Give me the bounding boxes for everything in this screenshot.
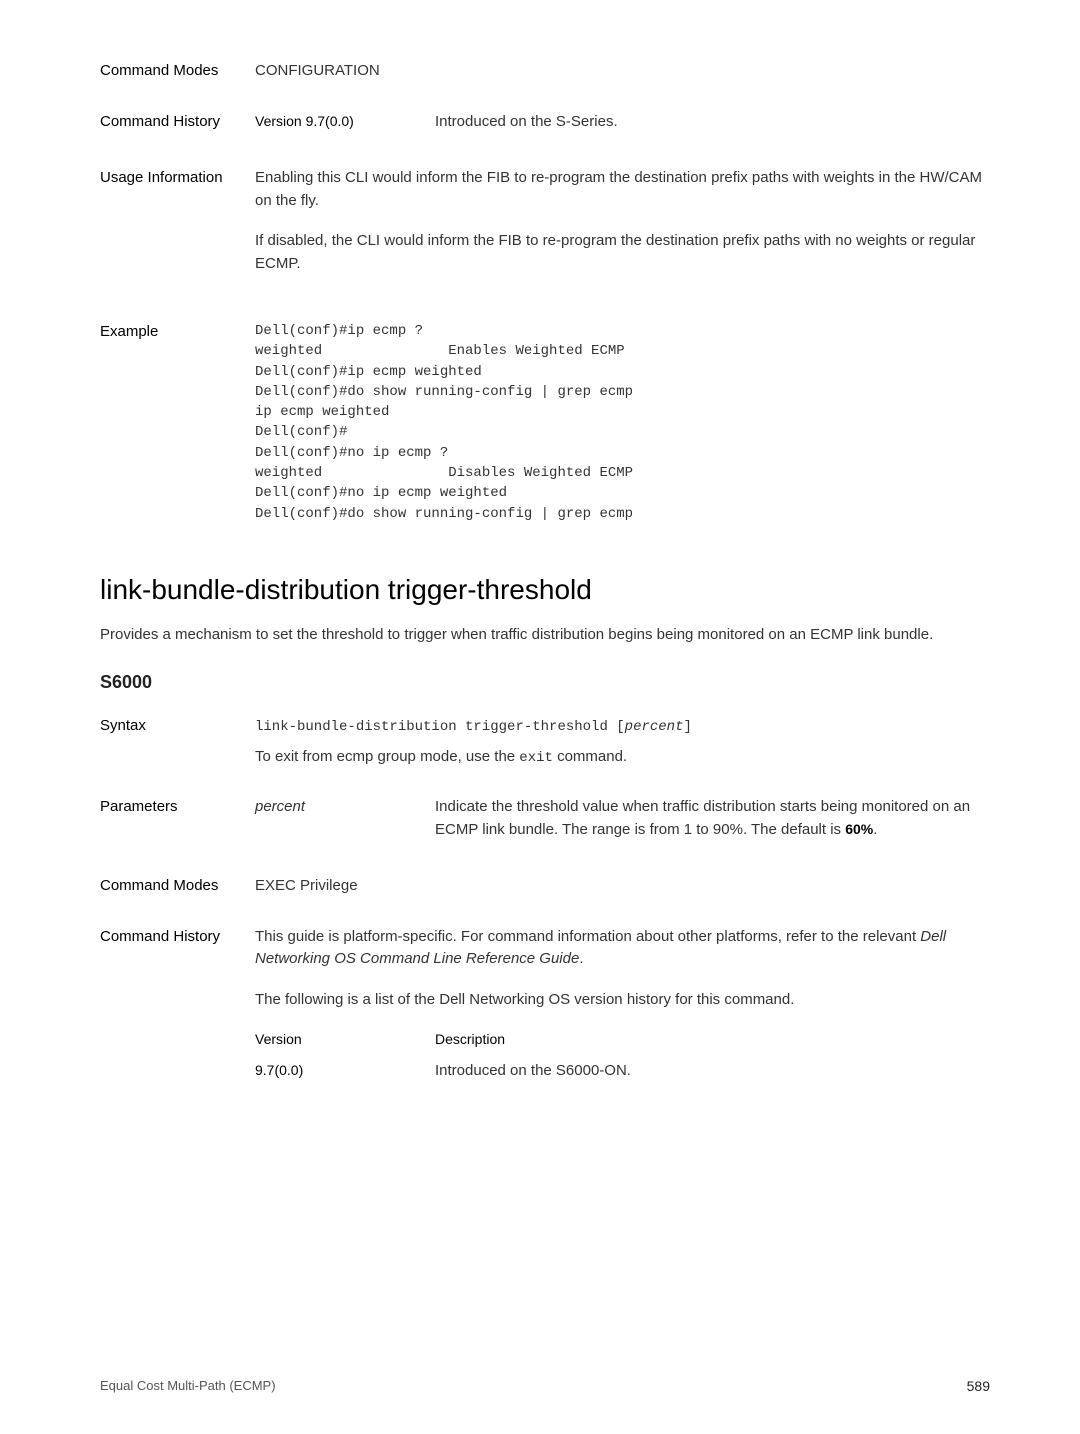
table-header-version: Version bbox=[255, 1029, 405, 1050]
history-para-2: The following is a list of the Dell Netw… bbox=[255, 989, 990, 1012]
command-modes-section-2: Command Modes EXEC Privilege bbox=[100, 875, 990, 898]
command-modes-content: CONFIGURATION bbox=[255, 60, 990, 83]
model-label: S6000 bbox=[100, 672, 990, 693]
command-history-label: Command History bbox=[100, 111, 255, 140]
page-footer: Equal Cost Multi-Path (ECMP) 589 bbox=[100, 1378, 990, 1394]
footer-text: Equal Cost Multi-Path (ECMP) bbox=[100, 1378, 276, 1394]
command-modes-label-2: Command Modes bbox=[100, 875, 255, 898]
syntax-code-param: percent bbox=[625, 719, 684, 735]
example-code: Dell(conf)#ip ecmp ? weighted Enables We… bbox=[255, 321, 990, 524]
syntax-code-suffix: ] bbox=[683, 719, 691, 735]
usage-information-label: Usage Information bbox=[100, 167, 255, 293]
history-para-1: This guide is platform-specific. For com… bbox=[255, 926, 990, 971]
usage-para-2: If disabled, the CLI would inform the FI… bbox=[255, 230, 990, 275]
command-history-section: Command History Version 9.7(0.0) Introdu… bbox=[100, 111, 990, 140]
command-history-section-2: Command History This guide is platform-s… bbox=[100, 926, 990, 1089]
table-cell-description: Introduced on the S6000-ON. bbox=[435, 1060, 990, 1083]
parameters-label: Parameters bbox=[100, 796, 255, 847]
parameter-name: percent bbox=[255, 796, 405, 819]
command-modes-section: Command Modes CONFIGURATION bbox=[100, 60, 990, 83]
syntax-note-suffix: command. bbox=[553, 748, 627, 765]
usage-para-1: Enabling this CLI would inform the FIB t… bbox=[255, 167, 990, 212]
command-modes-label: Command Modes bbox=[100, 60, 255, 83]
syntax-note-prefix: To exit from ecmp group mode, use the bbox=[255, 748, 519, 765]
example-label: Example bbox=[100, 321, 255, 524]
table-cell-version: 9.7(0.0) bbox=[255, 1060, 405, 1081]
version-label: Version 9.7(0.0) bbox=[255, 111, 405, 132]
parameter-description: Indicate the threshold value when traffi… bbox=[435, 796, 990, 841]
section-intro: Provides a mechanism to set the threshol… bbox=[100, 624, 990, 647]
syntax-label: Syntax bbox=[100, 715, 255, 768]
table-header-description: Description bbox=[435, 1029, 990, 1050]
usage-information-section: Usage Information Enabling this CLI woul… bbox=[100, 167, 990, 293]
example-section: Example Dell(conf)#ip ecmp ? weighted En… bbox=[100, 321, 990, 524]
syntax-note-code: exit bbox=[519, 750, 553, 766]
syntax-section: Syntax link-bundle-distribution trigger-… bbox=[100, 715, 990, 768]
section-heading: link-bundle-distribution trigger-thresho… bbox=[100, 574, 990, 606]
version-description: Introduced on the S-Series. bbox=[435, 111, 990, 134]
syntax-code-prefix: link-bundle-distribution trigger-thresho… bbox=[255, 719, 625, 735]
command-history-label-2: Command History bbox=[100, 926, 255, 1089]
footer-page-number: 589 bbox=[967, 1378, 990, 1394]
parameters-section: Parameters percent Indicate the threshol… bbox=[100, 796, 990, 847]
command-modes-content-2: EXEC Privilege bbox=[255, 875, 990, 898]
